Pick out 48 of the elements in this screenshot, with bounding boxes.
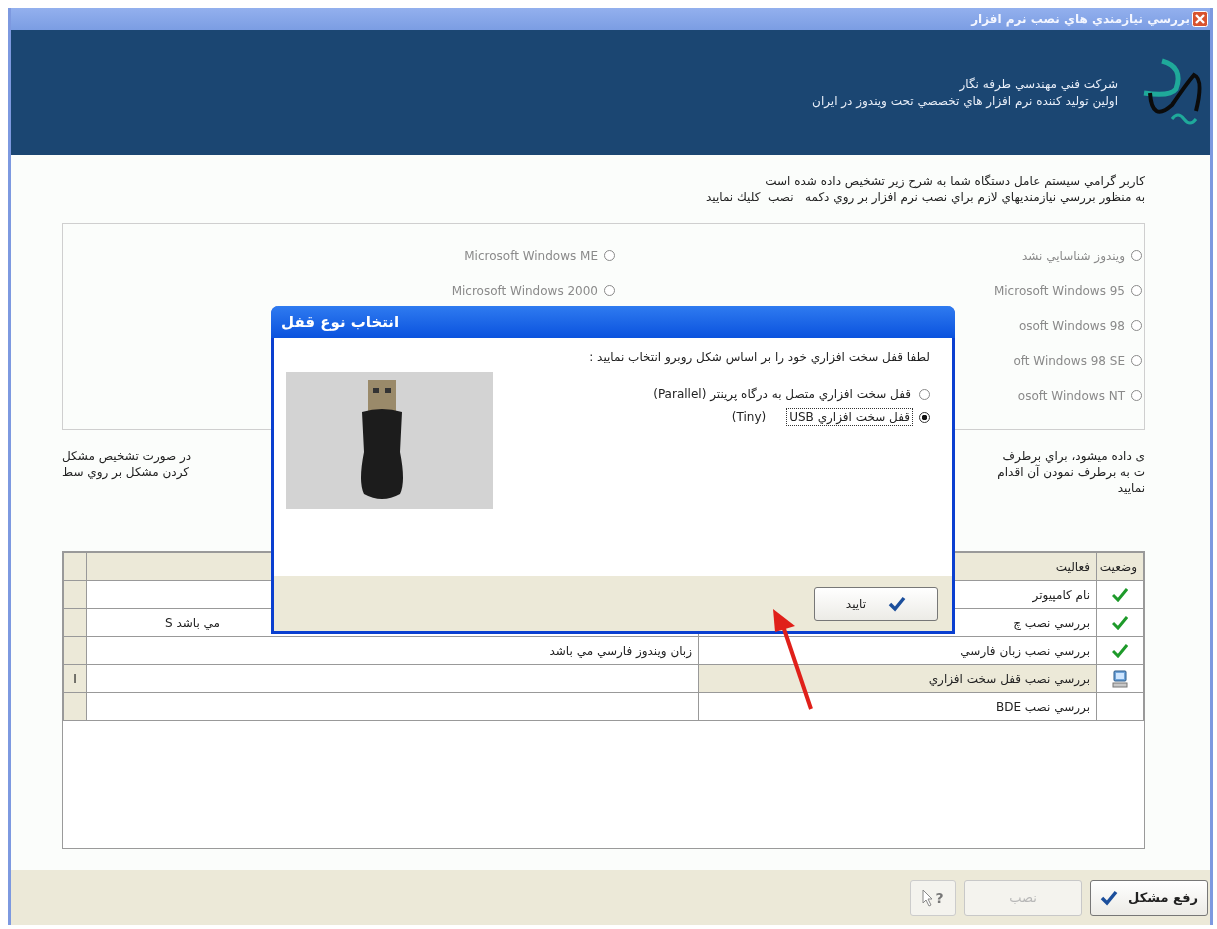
help-button[interactable]: ? <box>910 879 956 916</box>
radio-label: Microsoft Windows 2000 <box>451 283 598 298</box>
confirm-button[interactable]: تاييد <box>814 586 938 621</box>
fix-button[interactable]: رفع مشکل <box>1090 879 1208 916</box>
notice-text: ت به برطرف نمودن آن اقدام <box>997 464 1145 480</box>
check-icon <box>888 595 907 612</box>
radio-button[interactable] <box>604 285 615 296</box>
check-icon <box>1112 587 1128 602</box>
radio-button[interactable] <box>1131 320 1142 331</box>
row-indicator: I <box>63 664 87 693</box>
check-icon <box>1112 643 1128 658</box>
check-icon <box>1100 889 1119 906</box>
radio-button[interactable] <box>1131 355 1142 366</box>
table-cell[interactable]: بررسي نصب زبان فارسي <box>698 636 1097 665</box>
radio-label: osoft Windows NT <box>1017 388 1125 403</box>
close-icon[interactable] <box>1192 11 1208 27</box>
column-header: وضعيت <box>1096 552 1144 581</box>
radio-label: Microsoft Windows ME <box>464 248 598 263</box>
radio-button[interactable] <box>1131 285 1142 296</box>
dialog-prompt: لطفا قفل سخت افزاري خود را بر اساس شكل روبرو انتخاب نماييد : <box>589 350 930 364</box>
radio-button[interactable] <box>919 411 930 423</box>
dialog-title: انتخاب نوع قفل <box>281 313 400 331</box>
notice-text: در صورت تشخيص مشكل <box>62 448 192 464</box>
cursor-icon <box>922 888 935 907</box>
table-cell: زبان ويندوز فارسي مي باشد <box>86 636 699 665</box>
window-title: بررسي نيازمندي هاي نصب نرم افزار <box>971 12 1190 26</box>
option-note: (Tiny) <box>731 410 767 424</box>
instruction-text: کاربر گرامي سيستم عامل دستگاه شما به شرح زير تشخيص داده شده است <box>765 173 1145 189</box>
radio-label: oft Windows 98 SE <box>1013 353 1125 368</box>
notice-text: ی داده میشود، براي برطرف <box>1002 448 1145 464</box>
radio-label: ويندوز شناسايي نشد <box>1022 248 1125 263</box>
table-cell[interactable]: بررسي نصب BDE <box>698 692 1097 721</box>
radio-button[interactable] <box>919 388 930 400</box>
radio-button[interactable] <box>1131 390 1142 401</box>
company-name: شرکت فني مهندسي طرفه نگار <box>959 77 1118 91</box>
radio-label: قفل سخت افزاري USB <box>786 408 913 426</box>
notice-text: کردن مشکل بر روي سط <box>62 464 189 480</box>
radio-label: osoft Windows 98 <box>1018 318 1125 333</box>
company-tagline: اولين توليد كننده نرم افزار هاي تخصصي تحت ويندوز در ايران <box>812 94 1118 108</box>
instruction-text: به منظور بررسي نيازمنديهاي لازم براي نصب نرم افزار بر روي دكمه نصب كليك نماييد <box>706 189 1145 205</box>
radio-label: Microsoft Windows 95 <box>993 283 1125 298</box>
table-cell[interactable]: بررسي نصب قفل سخت افزاري <box>698 664 1097 693</box>
radio-label: قفل سخت افزاري متصل به درگاه پرينتر (Parallel) <box>652 386 912 402</box>
radio-button[interactable] <box>604 250 615 261</box>
notice-text: نماييد <box>1117 480 1145 496</box>
check-icon <box>1112 615 1128 630</box>
computer-icon <box>1111 669 1129 688</box>
radio-button[interactable] <box>1131 250 1142 261</box>
